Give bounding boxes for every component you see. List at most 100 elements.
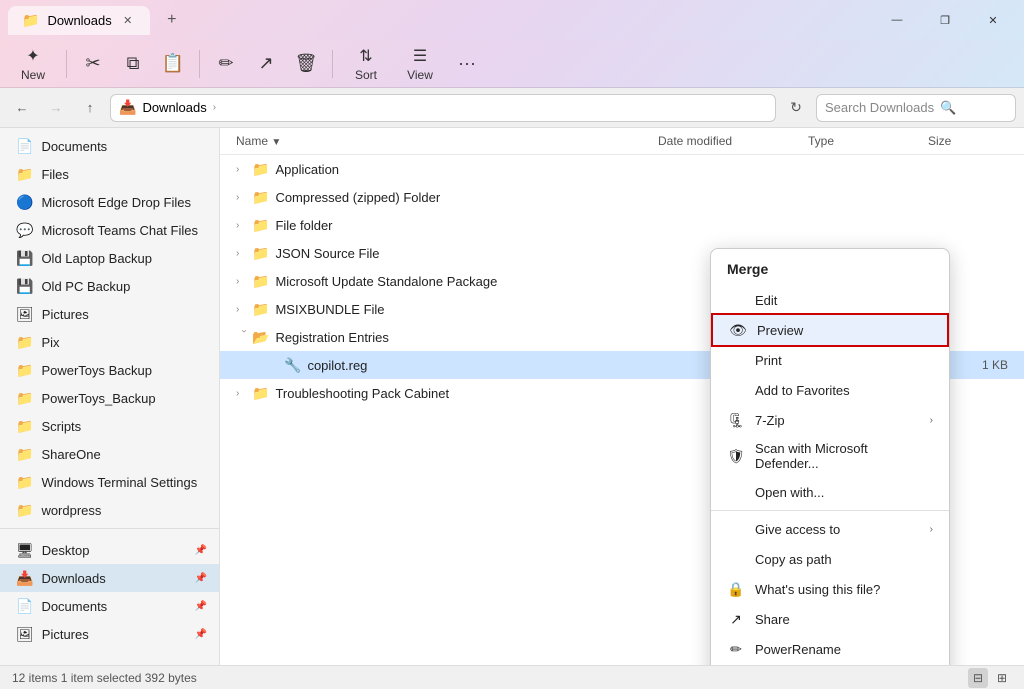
view-button[interactable]: ☰ View <box>395 42 445 86</box>
cm-scan-label: Scan with Microsoft Defender... <box>755 441 933 471</box>
cm-open-with[interactable]: Open with... <box>711 477 949 507</box>
tab-close-button[interactable]: ✕ <box>120 12 136 28</box>
search-icon: 🔍 <box>940 100 956 116</box>
active-tab[interactable]: 📁 Downloads ✕ <box>8 6 150 35</box>
toolbar: ✦ New ✂ ⧉ 📋 ✏ ↗ 🗑 ⇅ Sort ☰ View ··· <box>0 40 1024 88</box>
up-button[interactable]: ↑ <box>76 94 104 122</box>
sidebar-item-edge-drop[interactable]: 🔵 Microsoft Edge Drop Files <box>0 188 219 216</box>
sidebar-item-windows-terminal[interactable]: 📁 Windows Terminal Settings <box>0 468 219 496</box>
cm-preview[interactable]: 👁 Preview <box>711 313 949 347</box>
new-label: New <box>21 68 45 82</box>
paste-button[interactable]: 📋 <box>155 46 191 82</box>
tab-title: Downloads <box>47 13 111 28</box>
sidebar-label: Old PC Backup <box>41 279 207 294</box>
sidebar-item-documents-pinned[interactable]: 📄 Documents 📌 <box>0 592 219 620</box>
copy-button[interactable]: ⧉ <box>115 46 151 82</box>
sidebar-label: Microsoft Teams Chat Files <box>41 223 207 238</box>
cm-preview-label: Preview <box>757 323 931 338</box>
view-label: View <box>407 68 433 82</box>
cm-edit-label: Edit <box>755 293 933 308</box>
sidebar-item-powertoys-backup2[interactable]: 📁 PowerToys_Backup <box>0 384 219 412</box>
new-button[interactable]: ✦ New <box>8 42 58 86</box>
sidebar-item-wordpress[interactable]: 📁 wordpress <box>0 496 219 524</box>
scripts-icon: 📁 <box>16 418 33 435</box>
windows-terminal-icon: 📁 <box>16 474 33 491</box>
title-bar-left: 📁 Downloads ✕ + <box>8 6 186 35</box>
details-view-button[interactable]: ⊟ <box>968 668 988 688</box>
sidebar-item-files[interactable]: 📁 Files <box>0 160 219 188</box>
sidebar-label: Pictures <box>42 627 187 642</box>
sidebar-item-pictures-pinned[interactable]: 🖼 Pictures 📌 <box>0 620 219 648</box>
sort-button[interactable]: ⇅ Sort <box>341 42 391 86</box>
cm-whats-using[interactable]: 🔒 What's using this file? <box>711 574 949 604</box>
sidebar-item-teams[interactable]: 💬 Microsoft Teams Chat Files <box>0 216 219 244</box>
shareone-icon: 📁 <box>16 446 33 463</box>
back-button[interactable]: ← <box>8 94 36 122</box>
sidebar-item-old-pc[interactable]: 💾 Old PC Backup <box>0 272 219 300</box>
new-tab-button[interactable]: + <box>158 6 186 34</box>
delete-button[interactable]: 🗑 <box>288 46 324 82</box>
old-laptop-icon: 💾 <box>16 250 33 267</box>
cm-share-label: Share <box>755 612 933 627</box>
teams-icon: 💬 <box>16 222 33 239</box>
cm-add-favorites[interactable]: Add to Favorites <box>711 375 949 405</box>
sidebar-item-desktop[interactable]: 🖥 Desktop 📌 <box>0 536 219 564</box>
window-controls: — ❐ ✕ <box>874 4 1016 36</box>
share-button[interactable]: ↗ <box>248 46 284 82</box>
selection-info: 1 item selected 392 bytes <box>61 671 197 685</box>
sidebar-item-pictures[interactable]: 🖼 Pictures <box>0 300 219 328</box>
rename-icon: ✏ <box>218 53 233 74</box>
cm-arrow-icon: › <box>930 524 933 535</box>
cm-share[interactable]: ↗ Share <box>711 604 949 634</box>
minimize-button[interactable]: — <box>874 4 920 36</box>
forward-button[interactable]: → <box>42 94 70 122</box>
sidebar-item-documents[interactable]: 📄 Documents <box>0 132 219 160</box>
sidebar-label: Old Laptop Backup <box>41 251 207 266</box>
sidebar: 📄 Documents 📁 Files 🔵 Microsoft Edge Dro… <box>0 128 220 665</box>
documents-icon: 📄 <box>16 138 33 155</box>
cm-arrow-icon: › <box>930 415 933 426</box>
cm-access-icon <box>727 520 745 538</box>
sidebar-item-powertoys-backup[interactable]: 📁 PowerToys Backup <box>0 356 219 384</box>
address-path[interactable]: 📥 Downloads › <box>110 94 776 122</box>
tiles-view-button[interactable]: ⊞ <box>992 668 1012 688</box>
main-layout: 📄 Documents 📁 Files 🔵 Microsoft Edge Dro… <box>0 128 1024 665</box>
pix-icon: 📁 <box>16 334 33 351</box>
cm-access-label: Give access to <box>755 522 920 537</box>
toolbar-separator-3 <box>332 50 333 78</box>
close-button[interactable]: ✕ <box>970 4 1016 36</box>
sidebar-item-pix[interactable]: 📁 Pix <box>0 328 219 356</box>
sidebar-item-shareone[interactable]: 📁 ShareOne <box>0 440 219 468</box>
cm-scan[interactable]: 🛡 Scan with Microsoft Defender... <box>711 435 949 477</box>
sidebar-item-downloads[interactable]: 📥 Downloads 📌 <box>0 564 219 592</box>
sidebar-label: Downloads <box>41 571 186 586</box>
more-button[interactable]: ··· <box>449 46 485 82</box>
sidebar-label: Windows Terminal Settings <box>41 475 207 490</box>
cm-power-rename[interactable]: ✏ PowerRename <box>711 634 949 664</box>
old-pc-icon: 💾 <box>16 278 33 295</box>
sidebar-label: wordpress <box>41 503 207 518</box>
cm-copy-path[interactable]: Copy as path <box>711 544 949 574</box>
refresh-button[interactable]: ↻ <box>782 94 810 122</box>
cm-edit-icon <box>727 291 745 309</box>
restore-button[interactable]: ❐ <box>922 4 968 36</box>
cm-restore-previous[interactable]: Restore previous versions <box>711 664 949 665</box>
cut-button[interactable]: ✂ <box>75 46 111 82</box>
sidebar-item-scripts[interactable]: 📁 Scripts <box>0 412 219 440</box>
search-box[interactable]: Search Downloads 🔍 <box>816 94 1016 122</box>
cm-give-access[interactable]: Give access to › <box>711 514 949 544</box>
cm-print[interactable]: Print <box>711 345 949 375</box>
sidebar-item-old-laptop[interactable]: 💾 Old Laptop Backup <box>0 244 219 272</box>
share-icon: ↗ <box>258 53 273 74</box>
sidebar-label: Documents <box>41 139 207 154</box>
sidebar-label: Pix <box>41 335 207 350</box>
cm-share-icon: ↗ <box>727 610 745 628</box>
cm-edit[interactable]: Edit <box>711 285 949 315</box>
delete-icon: 🗑 <box>295 53 318 74</box>
cm-merge[interactable]: Merge <box>711 253 949 285</box>
path-chevron: › <box>213 102 216 113</box>
rename-button[interactable]: ✏ <box>208 46 244 82</box>
sort-label: Sort <box>355 68 377 82</box>
copy-icon: ⧉ <box>127 53 140 74</box>
cm-7zip[interactable]: 🗜 7-Zip › <box>711 405 949 435</box>
